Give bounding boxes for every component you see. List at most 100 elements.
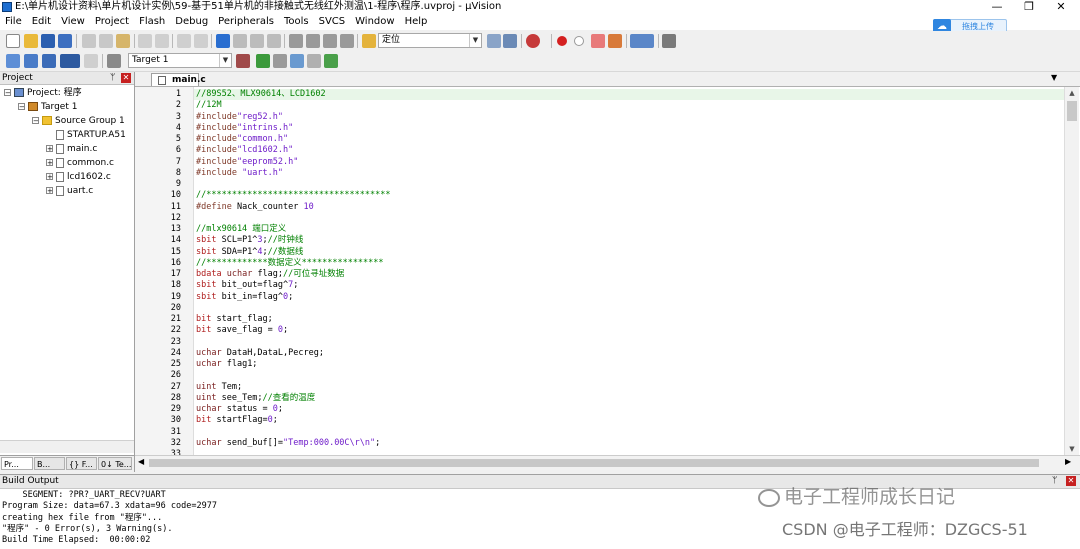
editor-horizontal-scrollbar[interactable]: ◀ ▶ [135,455,1080,470]
tree-node-lcd1602-c[interactable]: + lcd1602.c [46,170,111,184]
clear-bookmarks-icon[interactable] [267,34,281,48]
code-line[interactable]: //mlx90614 端口定义 [196,224,286,235]
save-icon[interactable] [41,34,55,48]
tree-node-target[interactable]: − Target 1 [18,100,77,114]
manage-components-icon[interactable] [273,54,287,68]
tree-node-startup-a51[interactable]: STARTUP.A51 [56,128,126,142]
tree-node-uart-c[interactable]: + uart.c [46,184,93,198]
menu-peripherals[interactable]: Peripherals [213,14,279,30]
collapse-icon[interactable]: − [32,117,39,125]
tab-functions[interactable]: {} F... [66,457,97,470]
menu-window[interactable]: Window [350,14,399,30]
indent-icon[interactable] [289,34,303,48]
project-horizontal-scrollbar[interactable] [0,440,134,453]
maximize-button[interactable]: ❐ [1014,0,1044,14]
code-line[interactable]: //************************************ [196,190,390,201]
open-file-icon[interactable] [24,34,38,48]
find-combo[interactable]: 定位 ▼ [378,33,482,48]
debug-session-icon[interactable] [526,34,540,48]
build-icon[interactable] [24,54,38,68]
bookmark-icon[interactable] [216,34,230,48]
navigate-forward-icon[interactable] [194,34,208,48]
uncomment-icon[interactable] [340,34,354,48]
code-line[interactable]: //************数据定义**************** [196,258,384,269]
tree-node-project[interactable]: − Project: 程序 [4,86,82,100]
code-area[interactable]: //89S52、MLX90614、LCD1602//12M #include"re… [194,87,1064,455]
code-line[interactable]: uchar DataH,DataL,Pecreg; [196,348,324,359]
target-options-icon[interactable] [236,54,250,68]
code-line[interactable]: #include"eeprom52.h" [196,157,298,168]
menu-help[interactable]: Help [400,14,433,30]
code-line[interactable]: //12M [196,100,222,111]
chevron-down-icon[interactable]: ▼ [469,34,481,47]
multi-project-icon[interactable] [307,54,321,68]
expand-icon[interactable]: + [46,159,53,167]
undo-icon[interactable] [138,34,152,48]
redo-icon[interactable] [155,34,169,48]
code-line[interactable]: //89S52、MLX90614、LCD1602 [194,89,1064,101]
chevron-down-icon[interactable]: ▼ [219,54,231,67]
tab-main-c[interactable]: main.c [151,73,206,86]
tree-node-main-c[interactable]: + main.c [46,142,97,156]
menu-project[interactable]: Project [90,14,134,30]
code-line[interactable]: #include"intrins.h" [196,123,293,134]
breakpoint-icon[interactable] [557,36,567,46]
tab-list-chevron-icon[interactable]: ▼ [1051,73,1057,82]
scroll-up-icon[interactable]: ▲ [1065,87,1079,99]
unindent-icon[interactable] [306,34,320,48]
code-line[interactable]: #include "uart.h" [196,168,283,179]
tree-node-source-group[interactable]: − Source Group 1 [32,114,125,128]
tab-books[interactable]: B... [34,457,65,470]
scroll-down-icon[interactable]: ▼ [1065,443,1079,455]
menu-view[interactable]: View [56,14,90,30]
scroll-right-icon[interactable]: ▶ [1065,457,1071,466]
disable-breakpoint-icon[interactable] [574,36,584,46]
expand-icon[interactable]: + [46,173,53,181]
code-line[interactable]: sbit SDA=P1^4;//数据线 [196,247,303,258]
find-icon[interactable] [487,34,501,48]
code-line[interactable]: uint Tem; [196,382,242,393]
code-line[interactable]: #include"common.h" [196,134,288,145]
code-line[interactable]: #include"lcd1602.h" [196,145,293,156]
window-layout-icon[interactable] [630,34,654,48]
code-line[interactable]: sbit bit_in=flag^0; [196,292,293,303]
editor-vertical-scrollbar[interactable]: ▲ ▼ [1064,87,1079,455]
download-icon[interactable] [107,54,121,68]
copy-icon[interactable] [99,34,113,48]
run-time-env-icon[interactable] [324,54,338,68]
code-line[interactable]: uchar flag1; [196,359,257,370]
menu-debug[interactable]: Debug [170,14,213,30]
disable-all-breakpoints-icon[interactable] [591,34,605,48]
menu-svcs[interactable]: SVCS [314,14,351,30]
pin-icon[interactable]: ᛘ [1052,475,1057,488]
code-line[interactable]: sbit bit_out=flag^7; [196,280,298,291]
prev-bookmark-icon[interactable] [233,34,247,48]
code-line[interactable]: bdata uchar flag;//可位寻址数据 [196,269,344,280]
save-all-icon[interactable] [58,34,72,48]
next-bookmark-icon[interactable] [250,34,264,48]
pin-icon[interactable]: ᛘ [110,72,115,84]
target-select[interactable]: Target 1 ▼ [128,53,232,68]
new-file-icon[interactable] [6,34,20,48]
menu-tools[interactable]: Tools [279,14,314,30]
code-line[interactable]: sbit SCL=P1^3;//时钟线 [196,235,303,246]
code-editor[interactable]: 1 2 3 4 5 6 7 8 9 10 11 12 13 14 15 16 17 18 19 20 21 22 23 24 2… [135,87,1080,459]
menu-edit[interactable]: Edit [27,14,56,30]
code-line[interactable]: uchar send_buf[]="Temp:000.00C\r\n"; [196,438,380,449]
translate-icon[interactable] [6,54,20,68]
incremental-find-icon[interactable] [503,34,517,48]
close-icon[interactable]: ✕ [1066,476,1076,486]
tree-node-common-c[interactable]: + common.c [46,156,114,170]
code-line[interactable]: uint see_Tem;//查看的温度 [196,393,315,404]
kill-all-breakpoints-icon[interactable] [608,34,622,48]
code-line[interactable]: #define Nack_counter 10 [196,202,314,213]
scrollbar-thumb[interactable] [149,459,1039,467]
scroll-left-icon[interactable]: ◀ [138,457,144,466]
collapse-icon[interactable]: − [18,103,25,111]
code-line[interactable]: #include"reg52.h" [196,112,283,123]
collapse-icon[interactable]: − [4,89,11,97]
stop-build-icon[interactable] [84,54,98,68]
expand-icon[interactable]: + [46,187,53,195]
close-icon[interactable]: ✕ [121,73,131,83]
batch-build-icon[interactable] [60,54,80,68]
